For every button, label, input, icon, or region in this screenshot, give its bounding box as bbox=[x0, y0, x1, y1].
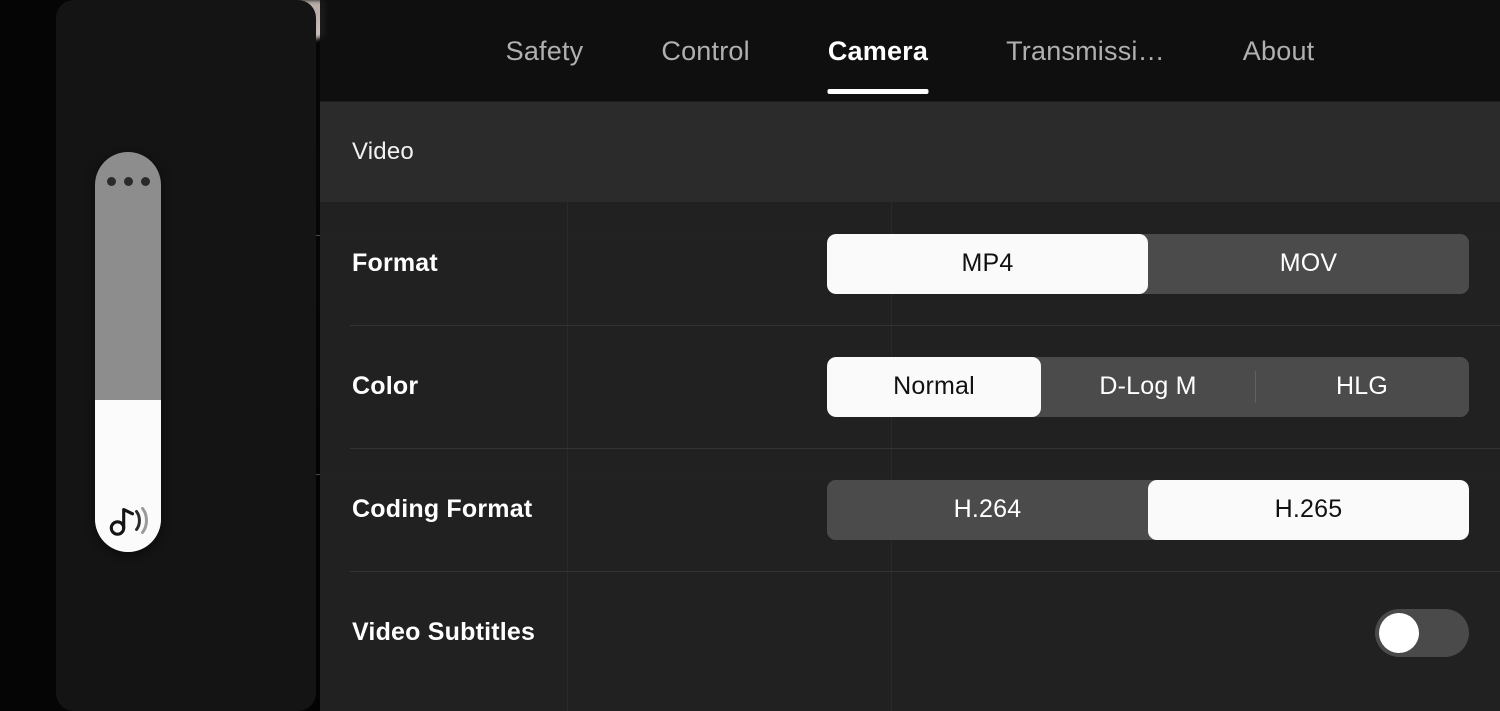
section-header-video: Video bbox=[320, 102, 1500, 202]
coding-format-option-h264[interactable]: H.264 bbox=[827, 479, 1148, 540]
tab-about[interactable]: About bbox=[1204, 0, 1354, 102]
format-option-mov[interactable]: MOV bbox=[1148, 233, 1469, 294]
music-note-sound-icon bbox=[95, 496, 161, 544]
tab-transmission[interactable]: Transmissi… bbox=[967, 0, 1204, 102]
toggle-knob bbox=[1379, 612, 1419, 653]
tab-camera[interactable]: Camera bbox=[789, 0, 967, 102]
color-option-hlg[interactable]: HLG bbox=[1255, 356, 1469, 417]
app-root: 1× AF Video Format MP4 MOV Color Normal … bbox=[0, 0, 1500, 711]
coding-format-option-h265[interactable]: H.265 bbox=[1148, 479, 1469, 540]
tab-control[interactable]: Control bbox=[622, 0, 788, 102]
volume-slider[interactable] bbox=[95, 152, 161, 552]
setting-label-video-subtitles: Video Subtitles bbox=[352, 618, 536, 646]
setting-label-format: Format bbox=[352, 249, 438, 277]
section-title: Video bbox=[352, 138, 414, 165]
coding-format-segmented-control[interactable]: H.264 H.265 bbox=[827, 479, 1469, 540]
color-option-normal[interactable]: Normal bbox=[827, 356, 1041, 417]
settings-panel: 1× AF Video Format MP4 MOV Color Normal … bbox=[320, 102, 1500, 711]
video-subtitles-toggle[interactable] bbox=[1375, 608, 1469, 657]
settings-rows: Format MP4 MOV Color Normal D-Log M HLG … bbox=[320, 202, 1500, 694]
setting-row-format: Format MP4 MOV bbox=[320, 202, 1500, 325]
color-segmented-control[interactable]: Normal D-Log M HLG bbox=[827, 356, 1469, 417]
tab-list: Safety Control Camera Transmissi… About bbox=[467, 0, 1354, 102]
color-option-dlogm[interactable]: D-Log M bbox=[1041, 356, 1255, 417]
setting-row-video-subtitles: Video Subtitles bbox=[320, 571, 1500, 694]
three-dots-handle-icon[interactable] bbox=[95, 174, 161, 188]
format-option-mp4[interactable]: MP4 bbox=[827, 233, 1148, 294]
tabbar-separator bbox=[320, 101, 1500, 102]
setting-label-color: Color bbox=[352, 372, 419, 400]
format-segmented-control[interactable]: MP4 MOV bbox=[827, 233, 1469, 294]
setting-label-coding-format: Coding Format bbox=[352, 495, 533, 523]
setting-row-coding-format: Coding Format H.264 H.265 bbox=[320, 448, 1500, 571]
settings-tabbar: Safety Control Camera Transmissi… About bbox=[320, 0, 1500, 102]
setting-row-color: Color Normal D-Log M HLG bbox=[320, 325, 1500, 448]
tab-safety[interactable]: Safety bbox=[467, 0, 623, 102]
